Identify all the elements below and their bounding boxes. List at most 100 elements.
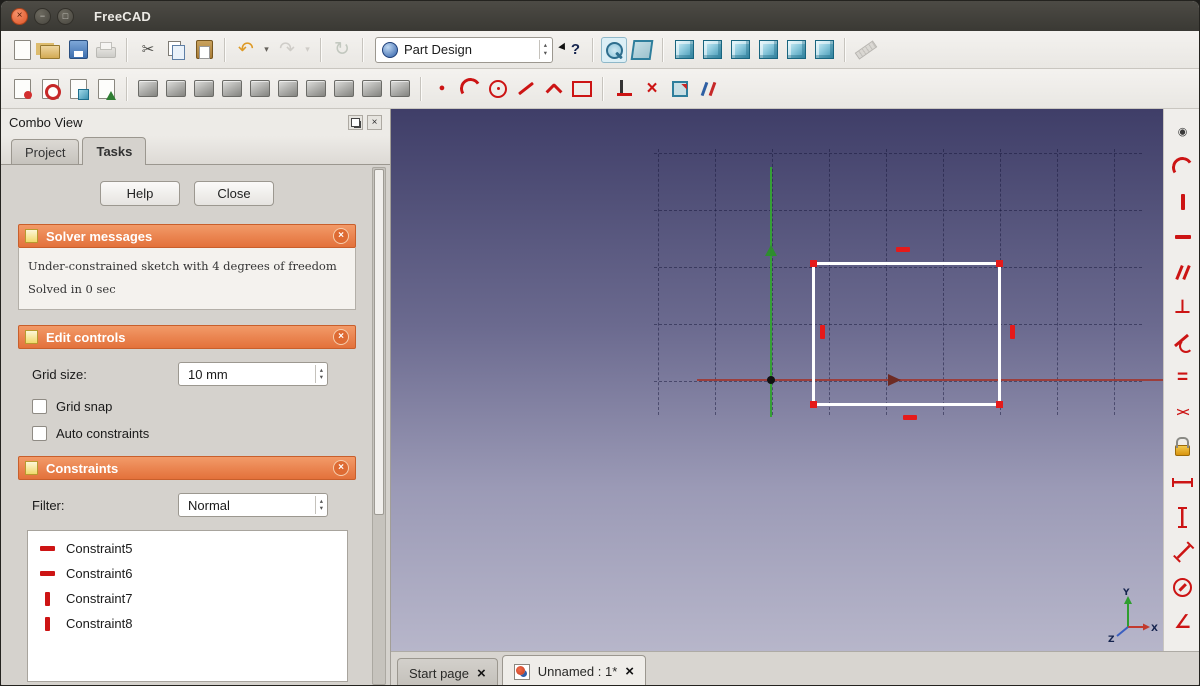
coordinate-axes-icon[interactable] bbox=[611, 76, 637, 102]
grid-size-select[interactable]: 10 mm ▴ ▾ bbox=[178, 362, 328, 386]
draft-icon[interactable] bbox=[303, 76, 329, 102]
vertical-constraint-marker[interactable] bbox=[1010, 325, 1015, 339]
collapse-section-icon[interactable]: × bbox=[333, 460, 349, 476]
fit-all-icon[interactable] bbox=[601, 36, 627, 63]
collapse-section-icon[interactable]: × bbox=[333, 329, 349, 345]
constraint-tangent-icon[interactable] bbox=[1170, 329, 1196, 355]
revolution-icon[interactable] bbox=[191, 76, 217, 102]
auto-constraints-checkbox[interactable] bbox=[32, 426, 47, 441]
refresh-icon[interactable]: ↻ bbox=[329, 37, 355, 63]
whatsthis-icon[interactable]: ? bbox=[559, 37, 585, 63]
close-window-button[interactable]: × bbox=[11, 7, 28, 25]
constraint-filter-select[interactable]: Normal ▴ ▾ bbox=[178, 493, 328, 517]
create-polyline-icon[interactable] bbox=[541, 76, 567, 102]
solver-messages-header[interactable]: Solver messages × bbox=[18, 224, 356, 248]
open-document-icon[interactable] bbox=[37, 37, 63, 63]
constraint-horizontal-icon[interactable] bbox=[1170, 224, 1196, 250]
top-view-icon[interactable] bbox=[699, 37, 725, 63]
constraint-list-item[interactable]: Constraint7 bbox=[28, 586, 347, 611]
help-button[interactable]: Help bbox=[100, 181, 180, 206]
constraint-coincident-icon[interactable]: ◉ bbox=[1170, 119, 1196, 145]
rear-view-icon[interactable] bbox=[755, 37, 781, 63]
vertex-point[interactable] bbox=[996, 260, 1003, 267]
constraint-list-item[interactable]: Constraint5 bbox=[28, 536, 347, 561]
pad-icon[interactable] bbox=[135, 76, 161, 102]
3d-viewport[interactable]: Y X Z bbox=[391, 109, 1163, 651]
constraint-point-on-object-icon[interactable] bbox=[1170, 154, 1196, 180]
create-line-icon[interactable] bbox=[513, 76, 539, 102]
constraint-list-item[interactable]: Constraint8 bbox=[28, 611, 347, 636]
create-circle-icon[interactable] bbox=[485, 76, 511, 102]
trim-edge-icon[interactable]: × bbox=[639, 76, 665, 102]
vertex-point[interactable] bbox=[996, 401, 1003, 408]
vertical-constraint-marker[interactable] bbox=[820, 325, 825, 339]
front-view-icon[interactable] bbox=[671, 37, 697, 63]
constraint-vertical-distance-icon[interactable] bbox=[1170, 504, 1196, 530]
horizontal-constraint-marker[interactable] bbox=[903, 415, 917, 420]
constraints-header[interactable]: Constraints × bbox=[18, 456, 356, 480]
chamfer-icon[interactable] bbox=[275, 76, 301, 102]
print-icon[interactable] bbox=[93, 37, 119, 63]
paste-icon[interactable] bbox=[191, 37, 217, 63]
tab-unnamed-document[interactable]: Unnamed : 1* × bbox=[501, 655, 647, 685]
close-button[interactable]: Close bbox=[194, 181, 274, 206]
new-document-icon[interactable] bbox=[9, 37, 35, 63]
mirrored-icon[interactable] bbox=[359, 76, 385, 102]
scrollbar-thumb[interactable] bbox=[374, 169, 384, 515]
tab-start-page[interactable]: Start page × bbox=[397, 658, 498, 685]
leave-sketch-icon[interactable] bbox=[93, 76, 119, 102]
tab-project[interactable]: Project bbox=[11, 139, 80, 164]
copy-icon[interactable] bbox=[163, 37, 189, 63]
constraint-list-item[interactable]: Constraint6 bbox=[28, 561, 347, 586]
constraint-radius-icon[interactable] bbox=[1170, 574, 1196, 600]
axonometric-view-icon[interactable] bbox=[629, 37, 655, 63]
collapse-section-icon[interactable]: × bbox=[333, 228, 349, 244]
carbon-copy-icon[interactable] bbox=[695, 76, 721, 102]
create-point-icon[interactable]: ● bbox=[429, 76, 455, 102]
auto-constraints-option[interactable]: Auto constraints bbox=[32, 426, 354, 441]
pocket-icon[interactable] bbox=[163, 76, 189, 102]
groove-icon[interactable] bbox=[219, 76, 245, 102]
workbench-selector[interactable]: Part Design ▴ ▾ bbox=[375, 36, 553, 63]
sketch-rectangle[interactable] bbox=[810, 260, 1003, 408]
maximize-window-button[interactable]: □ bbox=[57, 7, 74, 25]
redo-icon[interactable]: ↷ bbox=[274, 37, 300, 63]
measure-distance-icon[interactable] bbox=[853, 37, 879, 63]
edit-controls-header[interactable]: Edit controls × bbox=[18, 325, 356, 349]
tab-tasks[interactable]: Tasks bbox=[82, 137, 147, 165]
close-tab-icon[interactable]: × bbox=[625, 664, 634, 679]
map-sketch-icon[interactable] bbox=[65, 76, 91, 102]
redo-dropdown-icon[interactable]: ▾ bbox=[302, 37, 313, 63]
grid-snap-option[interactable]: Grid snap bbox=[32, 399, 354, 414]
constraint-perpendicular-icon[interactable]: ⊥ bbox=[1170, 294, 1196, 320]
constraint-vertical-icon[interactable] bbox=[1170, 189, 1196, 215]
create-arc-icon[interactable] bbox=[457, 76, 483, 102]
external-geometry-icon[interactable] bbox=[667, 76, 693, 102]
vertex-point[interactable] bbox=[810, 260, 817, 267]
constraint-distance-icon[interactable] bbox=[1164, 534, 1199, 571]
float-panel-icon[interactable] bbox=[348, 115, 363, 130]
bottom-view-icon[interactable] bbox=[783, 37, 809, 63]
close-tab-icon[interactable]: × bbox=[477, 666, 486, 681]
thickness-icon[interactable] bbox=[331, 76, 357, 102]
constraint-equal-icon[interactable]: = bbox=[1170, 364, 1196, 390]
grid-snap-checkbox[interactable] bbox=[32, 399, 47, 414]
create-sketch-icon[interactable] bbox=[9, 76, 35, 102]
panel-scrollbar[interactable] bbox=[372, 167, 386, 685]
origin-point[interactable] bbox=[767, 376, 775, 384]
constraint-horizontal-distance-icon[interactable] bbox=[1170, 469, 1196, 495]
save-icon[interactable] bbox=[65, 37, 91, 63]
constraint-angle-icon[interactable]: ∠ bbox=[1170, 609, 1196, 635]
cut-icon[interactable]: ✂ bbox=[135, 37, 161, 63]
edit-sketch-icon[interactable] bbox=[37, 76, 63, 102]
vertex-point[interactable] bbox=[810, 401, 817, 408]
horizontal-constraint-marker[interactable] bbox=[896, 247, 910, 252]
constraint-lock-icon[interactable] bbox=[1170, 434, 1196, 460]
constraint-parallel-icon[interactable] bbox=[1170, 259, 1196, 285]
create-rectangle-icon[interactable] bbox=[569, 76, 595, 102]
constraint-symmetric-icon[interactable]: >< bbox=[1170, 399, 1196, 425]
minimize-window-button[interactable]: − bbox=[34, 7, 51, 25]
close-panel-icon[interactable]: × bbox=[367, 115, 382, 130]
undo-dropdown-icon[interactable]: ▾ bbox=[261, 37, 272, 63]
undo-icon[interactable]: ↶ bbox=[233, 37, 259, 63]
